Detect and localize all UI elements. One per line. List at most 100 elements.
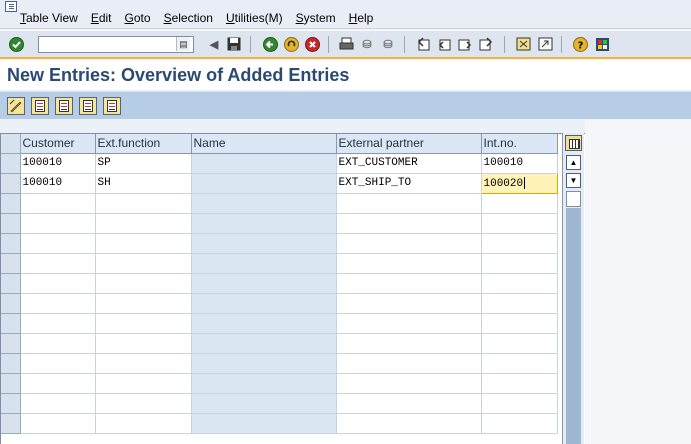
menu-goto[interactable]: Goto [125,11,151,25]
undo-change-icon[interactable] [79,97,97,115]
next-page-icon[interactable] [457,36,473,52]
customer-cell[interactable]: 100010 [20,153,96,174]
ext-function-cell[interactable] [95,253,192,274]
external-partner-cell[interactable]: EXT_SHIP_TO [336,173,482,194]
row-selector[interactable] [1,253,21,274]
delete-icon[interactable] [55,97,73,115]
int-no-cell[interactable]: 100010 [481,153,558,174]
ext-function-cell[interactable] [95,413,192,434]
int-no-cell-active[interactable]: 100020 [480,172,558,194]
find-icon[interactable]: ⛁ [359,36,375,52]
int-no-cell[interactable] [481,393,558,414]
customer-cell[interactable] [20,193,96,214]
copy-as-icon[interactable] [31,97,49,115]
command-field[interactable] [38,36,194,53]
row-selector[interactable] [1,193,21,214]
exit-icon[interactable] [283,36,299,52]
external-partner-cell[interactable] [336,293,482,314]
customer-cell[interactable] [20,353,96,374]
customer-cell[interactable] [20,273,96,294]
layout-icon[interactable] [594,36,610,52]
command-dropdown-icon[interactable]: ▤ [176,37,190,51]
int-no-cell[interactable] [481,413,558,434]
external-partner-cell[interactable] [336,333,482,354]
scroll-up-icon[interactable]: ▲ [566,155,581,170]
scroll-track[interactable] [566,208,581,444]
enter-icon[interactable] [8,36,24,52]
external-partner-cell[interactable] [336,393,482,414]
column-header-name[interactable]: Name [191,134,337,154]
select-all-corner[interactable] [1,134,21,154]
external-partner-cell[interactable] [336,213,482,234]
ext-function-cell[interactable] [95,293,192,314]
ext-function-cell[interactable] [95,353,192,374]
menu-system[interactable]: System [296,11,336,25]
external-partner-cell[interactable] [336,313,482,334]
column-header-ext-function[interactable]: Ext.function [95,134,192,154]
column-header-external-partner[interactable]: External partner [336,134,482,154]
previous-page-icon[interactable] [436,36,452,52]
select-all-icon[interactable] [103,97,121,115]
back-icon[interactable] [262,36,278,52]
int-no-cell[interactable] [481,193,558,214]
int-no-cell[interactable] [481,293,558,314]
ext-function-cell[interactable] [95,393,192,414]
int-no-cell[interactable] [481,373,558,394]
external-partner-cell[interactable] [336,253,482,274]
create-session-icon[interactable] [515,36,531,52]
help-icon[interactable]: ? [572,36,588,52]
row-selector[interactable] [1,173,21,194]
back-arrow-icon[interactable]: ◀ [206,36,222,52]
external-partner-cell[interactable] [336,273,482,294]
customer-cell[interactable] [20,253,96,274]
row-selector[interactable] [1,413,21,434]
int-no-cell[interactable] [481,353,558,374]
customer-cell[interactable] [20,333,96,354]
table-scrollbar[interactable]: ▲ ▼ [562,133,584,444]
customer-cell[interactable] [20,293,96,314]
row-selector[interactable] [1,393,21,414]
customer-cell[interactable] [20,233,96,254]
int-no-cell[interactable] [481,233,558,254]
column-configuration-icon[interactable] [565,135,582,151]
external-partner-cell[interactable] [336,193,482,214]
row-selector[interactable] [1,233,21,254]
scroll-thumb[interactable] [566,191,581,207]
customer-cell[interactable] [20,213,96,234]
customer-cell[interactable] [20,313,96,334]
ext-function-cell[interactable] [95,373,192,394]
ext-function-cell[interactable] [95,313,192,334]
menu-table-view[interactable]: Table View [20,11,78,25]
column-header-int-no[interactable]: Int.no. [481,134,558,154]
int-no-cell[interactable] [481,313,558,334]
row-selector[interactable] [1,153,21,174]
menu-utilities[interactable]: Utilities(M) [226,11,283,25]
int-no-cell[interactable] [481,253,558,274]
row-selector[interactable] [1,313,21,334]
menu-help[interactable]: Help [349,11,374,25]
external-partner-cell[interactable] [336,413,482,434]
row-selector[interactable] [1,273,21,294]
save-icon[interactable] [226,36,242,52]
customer-cell[interactable]: 100010 [20,173,96,194]
ext-function-cell[interactable]: SH [95,173,192,194]
row-selector[interactable] [1,373,21,394]
external-partner-cell[interactable] [336,233,482,254]
int-no-cell[interactable] [481,273,558,294]
ext-function-cell[interactable]: SP [95,153,192,174]
last-page-icon[interactable] [478,36,494,52]
row-selector[interactable] [1,333,21,354]
row-selector[interactable] [1,353,21,374]
int-no-cell[interactable] [481,333,558,354]
int-no-cell[interactable] [481,213,558,234]
print-icon[interactable] [338,36,354,52]
customer-cell[interactable] [20,413,96,434]
ext-function-cell[interactable] [95,273,192,294]
customer-cell[interactable] [20,393,96,414]
customer-cell[interactable] [20,373,96,394]
column-header-customer[interactable]: Customer [20,134,96,154]
change-display-icon[interactable] [7,97,25,115]
ext-function-cell[interactable] [95,233,192,254]
find-next-icon[interactable]: ⛁ [380,36,396,52]
external-partner-cell[interactable]: EXT_CUSTOMER [336,153,482,174]
